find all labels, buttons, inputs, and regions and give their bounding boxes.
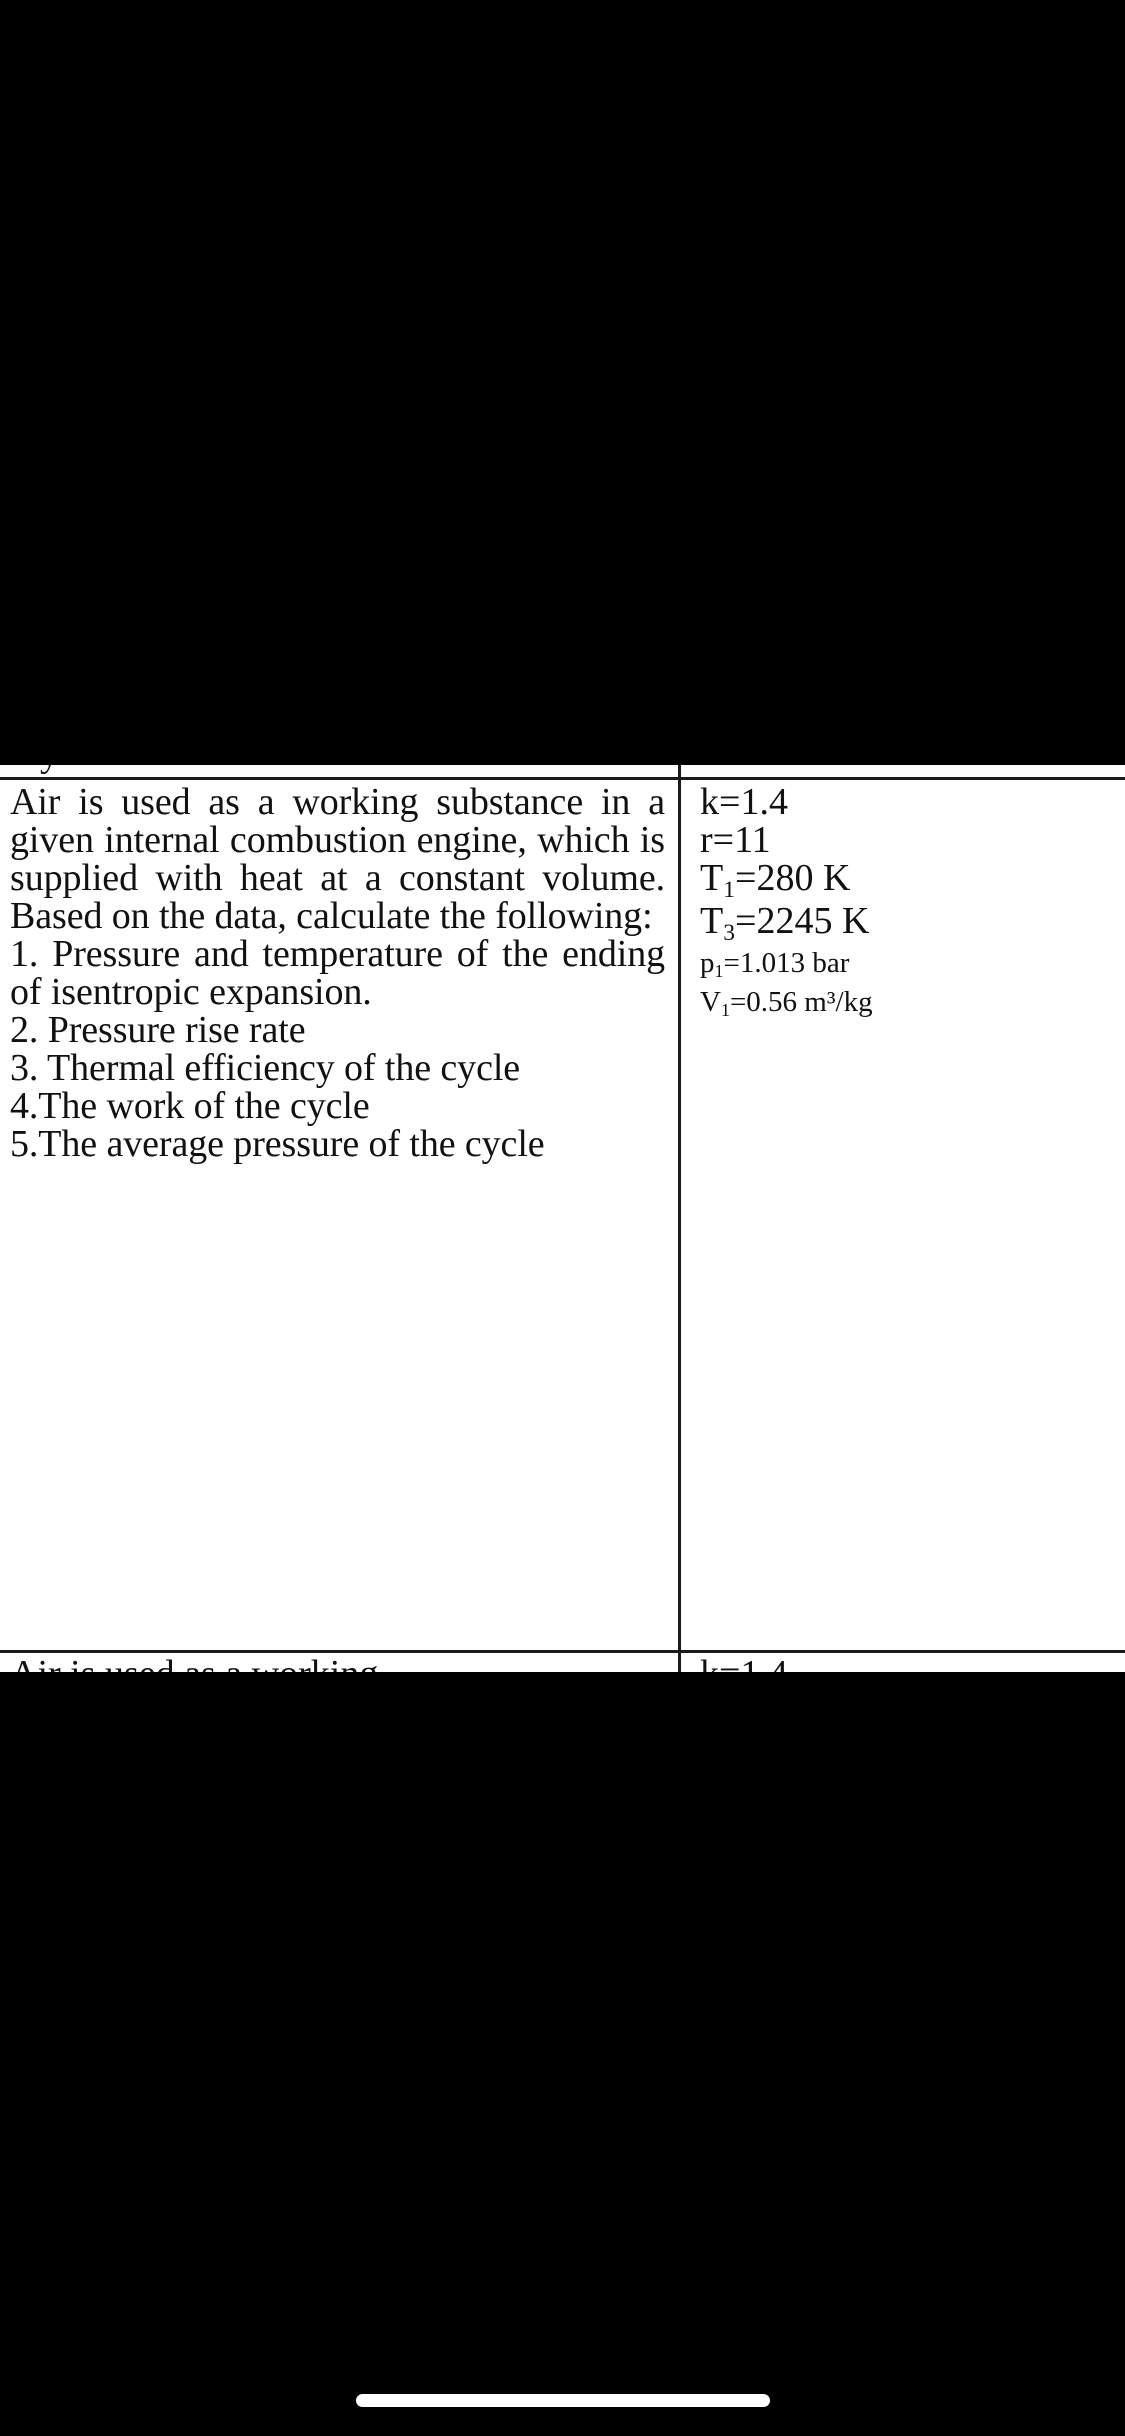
given-subscript: 1: [723, 876, 735, 903]
given-subscript: 1: [720, 1000, 730, 1021]
given-value-v1: V1=0.56 m³/kg: [700, 984, 1110, 1023]
given-symbol: T: [700, 900, 724, 942]
question-item-4: 4.The work of the cycle: [10, 1085, 370, 1127]
given-symbol: r: [700, 819, 713, 861]
given-equals: =: [729, 986, 747, 1018]
home-indicator[interactable]: [355, 2394, 770, 2407]
given-equals: =: [735, 857, 757, 899]
given-unit: m³/kg: [804, 986, 873, 1018]
given-number: 11: [734, 819, 771, 861]
given-equals: =: [723, 947, 740, 979]
given-unit: K: [841, 900, 870, 942]
given-number: 2245: [756, 900, 833, 942]
clipped-row-right: k=1.4: [700, 1655, 788, 1672]
clipped-text-above-table: y: [0, 765, 1125, 777]
given-value-p1: p1=1.013 bar: [700, 945, 1110, 984]
given-unit: bar: [812, 947, 850, 979]
question-item-5: 5.The average pressure of the cycle: [10, 1123, 545, 1165]
clipped-row-left: Air is used as a working: [10, 1655, 665, 1672]
question-item-2: 2. Pressure rise rate: [10, 1009, 306, 1051]
given-symbol: V: [700, 986, 721, 1018]
scanned-page-strip[interactable]: y Air is used as a working substance in …: [0, 765, 1125, 1672]
clipped-text-below-table: Air is used as a working k=1.4: [0, 1655, 1125, 1672]
given-value-r: r=11: [700, 821, 1110, 859]
given-symbol: T: [700, 857, 724, 899]
table-column-divider: [678, 765, 681, 1672]
given-number: 1.4: [740, 781, 788, 823]
given-equals: =: [712, 819, 735, 861]
given-value-t3: T3=2245 K: [700, 900, 1110, 946]
given-number: 1.013: [739, 947, 806, 979]
question-item-3: 3. Thermal efficiency of the cycle: [10, 1047, 521, 1089]
given-equals: =: [735, 900, 757, 942]
table-rule-bottom: [0, 1650, 1125, 1653]
given-value-t1: T1=280 K: [700, 857, 1110, 903]
given-subscript: 1: [714, 961, 724, 982]
table-cell-given-data: k=1.4 r=11 T1=280 K T3=2245 K p1=1.013 b…: [700, 783, 1110, 1023]
table-rule-top: [0, 777, 1125, 780]
given-symbol: p: [700, 947, 715, 979]
given-subscript: 3: [723, 919, 735, 946]
given-value-k: k=1.4: [700, 783, 1110, 821]
given-number: 280: [756, 857, 814, 899]
given-unit: K: [822, 857, 851, 899]
question-item-1: 1. Pressure and temperature of the endin…: [10, 933, 665, 1013]
given-equals: =: [719, 781, 741, 823]
problem-statement-paragraph: Air is used as a working substance in a …: [10, 781, 665, 937]
document-viewer-canvas[interactable]: y Air is used as a working substance in …: [0, 0, 1125, 2436]
table-cell-question-text: Air is used as a working substance in a …: [10, 783, 665, 1163]
given-symbol: k: [700, 781, 719, 823]
given-number: 0.56: [746, 986, 798, 1018]
